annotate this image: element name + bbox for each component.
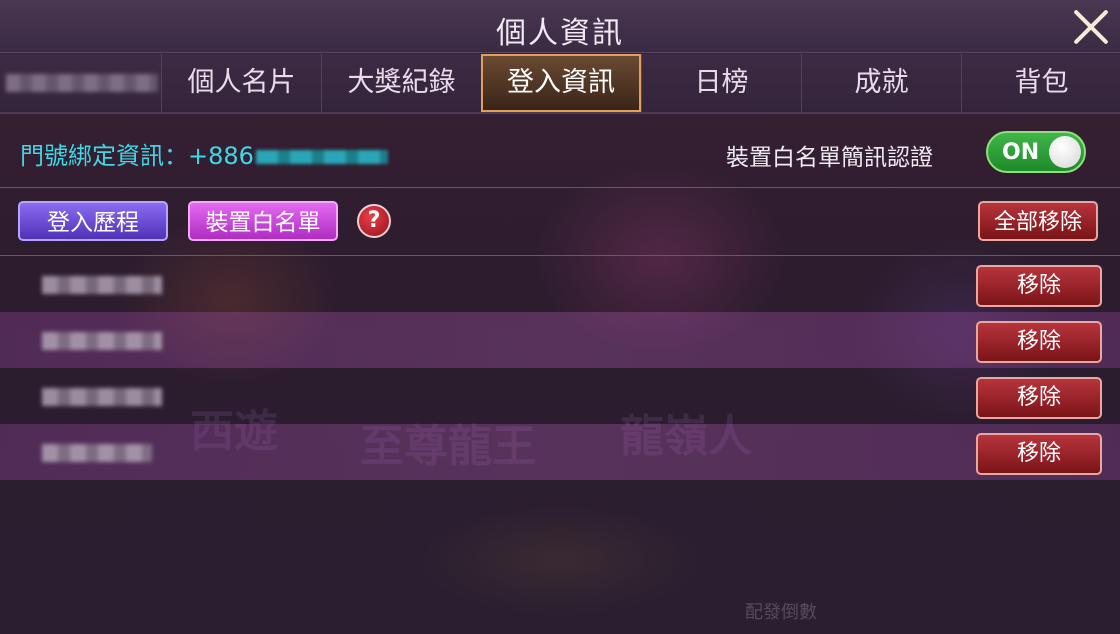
page-title: 個人資訊 — [496, 16, 624, 51]
remove-button[interactable]: 移除 — [976, 265, 1102, 307]
close-icon[interactable] — [1070, 6, 1112, 48]
list-item: 移除 — [0, 256, 1120, 312]
sms-verify-toggle[interactable]: ON — [986, 131, 1086, 173]
redacted-device-name — [42, 332, 162, 350]
toggle-state-label: ON — [1002, 140, 1040, 165]
phone-binding-label: 門號綁定資訊：+886 — [20, 142, 254, 170]
background-footer-text: 配發倒數 — [745, 602, 817, 623]
help-icon[interactable]: ? — [357, 204, 391, 238]
tab-bar: 個人名片 大獎紀錄 登入資訊 日榜 成就 背包 — [0, 54, 1120, 114]
redacted-device-name — [42, 444, 152, 462]
remove-all-button[interactable]: 全部移除 — [978, 201, 1098, 241]
tab-achievements[interactable]: 成就 — [801, 54, 961, 112]
device-whitelist-button[interactable]: 裝置白名單 — [188, 201, 338, 241]
list-item: 移除 — [0, 424, 1120, 480]
redacted-phone-number — [255, 150, 388, 164]
phone-binding-info: 門號綁定資訊：+886 — [20, 136, 388, 171]
toggle-knob — [1049, 136, 1081, 168]
sms-verify-label: 裝置白名單簡訊認證 — [726, 145, 933, 171]
tab-jackpot-records[interactable]: 大獎紀錄 — [321, 54, 481, 112]
tab-backpack[interactable]: 背包 — [961, 54, 1120, 112]
tab-daily-ranking[interactable]: 日榜 — [641, 54, 801, 112]
login-history-button[interactable]: 登入歷程 — [18, 201, 168, 241]
list-item: 移除 — [0, 312, 1120, 368]
tab-profile-card[interactable]: 個人名片 — [161, 54, 321, 112]
redacted-username — [6, 74, 158, 92]
title-bar: 個人資訊 — [0, 0, 1120, 53]
tab-login-info[interactable]: 登入資訊 — [481, 54, 641, 112]
list-item: 移除 — [0, 368, 1120, 424]
remove-button[interactable]: 移除 — [976, 433, 1102, 475]
redacted-device-name — [42, 276, 162, 294]
remove-button[interactable]: 移除 — [976, 321, 1102, 363]
redacted-device-name — [42, 388, 162, 406]
remove-button[interactable]: 移除 — [976, 377, 1102, 419]
divider — [0, 187, 1120, 188]
